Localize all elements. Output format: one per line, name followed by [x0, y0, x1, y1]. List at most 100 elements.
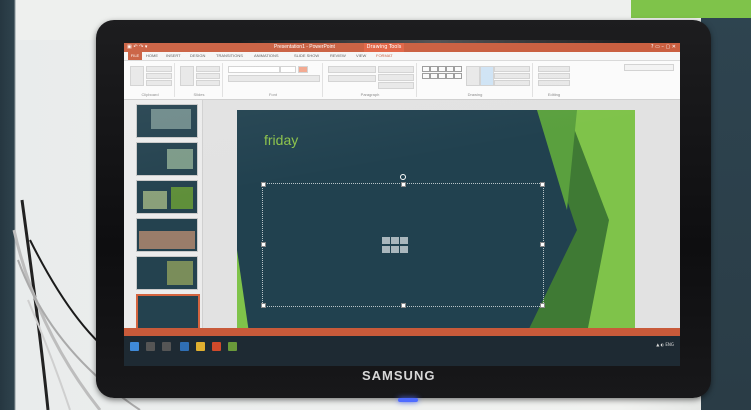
shape-outline-button[interactable]: [494, 73, 530, 79]
rotate-handle[interactable]: [400, 174, 406, 180]
quick-styles-button[interactable]: [480, 66, 494, 86]
ribbon-group-label: Editing: [547, 92, 561, 97]
resize-handle[interactable]: [401, 303, 406, 308]
slide-thumbnail[interactable]: [136, 218, 198, 252]
slide-thumbnail[interactable]: [136, 142, 198, 176]
insert-smartart-icon[interactable]: [400, 237, 408, 244]
resize-handle[interactable]: [540, 182, 545, 187]
window-controls[interactable]: ? ▭ – ▢ ✕: [651, 44, 676, 50]
insert-chart-icon[interactable]: [391, 237, 399, 244]
bullets-row[interactable]: [328, 66, 376, 73]
start-icon[interactable]: [130, 342, 139, 351]
insert-video-icon[interactable]: [400, 246, 408, 253]
replace-button[interactable]: [538, 73, 570, 79]
font-size-select[interactable]: [280, 66, 296, 73]
tab-design[interactable]: DESIGN: [190, 53, 205, 58]
section-button[interactable]: [196, 80, 220, 86]
power-led: [398, 398, 418, 402]
windows-taskbar: ▲ ◐ ENG: [124, 336, 680, 366]
edge-icon[interactable]: [180, 342, 189, 351]
shape-gallery-item[interactable]: [454, 73, 462, 79]
slide-thumbnail-selected[interactable]: [136, 294, 200, 330]
quick-access-toolbar[interactable]: ▣ ↶ ↷ ▾: [127, 44, 187, 51]
thumbnail-photo: [167, 261, 193, 285]
file-explorer-icon[interactable]: [196, 342, 205, 351]
paste-button[interactable]: [130, 66, 144, 86]
grow-font-button[interactable]: [298, 66, 308, 73]
monitor-screen: ▣ ↶ ↷ ▾ Presentation1 - PowerPoint Drawi…: [124, 43, 680, 366]
slide-thumbnail[interactable]: [136, 180, 198, 214]
title-bar: ▣ ↶ ↷ ▾ Presentation1 - PowerPoint Drawi…: [124, 43, 680, 52]
reset-button[interactable]: [196, 73, 220, 79]
resize-handle[interactable]: [540, 242, 545, 247]
cut-button[interactable]: [146, 66, 172, 72]
shape-gallery-item[interactable]: [422, 73, 430, 79]
tab-insert[interactable]: INSERT: [166, 53, 181, 58]
slide-editing-area: friday: [203, 100, 680, 333]
ribbon-group-paragraph: Paragraph: [324, 63, 417, 97]
tab-home[interactable]: HOME: [146, 53, 158, 58]
insert-table-icon[interactable]: [382, 237, 390, 244]
resize-handle[interactable]: [261, 303, 266, 308]
tab-file[interactable]: FILE: [128, 52, 142, 60]
tab-slide-show[interactable]: SLIDE SHOW: [294, 53, 319, 58]
ribbon-group-label: Drawing: [467, 92, 483, 97]
tab-transitions[interactable]: TRANSITIONS: [216, 53, 243, 58]
shape-gallery-item[interactable]: [430, 66, 438, 72]
tab-view[interactable]: VIEW: [356, 53, 366, 58]
convert-smartart-button[interactable]: [378, 82, 414, 89]
tab-animations[interactable]: ANIMATIONS: [254, 53, 279, 58]
system-tray[interactable]: ▲ ◐ ENG: [656, 342, 674, 348]
ribbon-tabs: FILE HOME INSERT DESIGN TRANSITIONS ANIM…: [124, 52, 680, 61]
tab-format[interactable]: FORMAT: [376, 53, 393, 58]
task-view-icon[interactable]: [162, 342, 171, 351]
resize-handle[interactable]: [401, 182, 406, 187]
find-button[interactable]: [538, 66, 570, 72]
text-direction-button[interactable]: [378, 66, 414, 73]
slide-title[interactable]: friday: [264, 132, 298, 148]
app-icon[interactable]: [228, 342, 237, 351]
shape-gallery-item[interactable]: [438, 66, 446, 72]
arrange-button[interactable]: [466, 66, 480, 86]
slide-thumbnail-pane: [124, 100, 203, 330]
ribbon-group-clipboard: Clipboard: [126, 63, 175, 97]
copy-button[interactable]: [146, 73, 172, 79]
ribbon-group-label: Paragraph: [360, 92, 380, 97]
account-area[interactable]: [624, 64, 674, 71]
alignment-row[interactable]: [328, 75, 376, 82]
resize-handle[interactable]: [261, 182, 266, 187]
resize-handle[interactable]: [261, 242, 266, 247]
new-slide-button[interactable]: [180, 66, 194, 86]
shape-gallery-item[interactable]: [446, 73, 454, 79]
font-name-select[interactable]: [228, 66, 280, 73]
insert-picture-icon[interactable]: [382, 246, 390, 253]
ribbon-group-editing: Editing: [534, 63, 574, 97]
resize-handle[interactable]: [540, 303, 545, 308]
font-formatting-row[interactable]: [228, 75, 320, 82]
ribbon-group-label: Font: [268, 92, 277, 97]
align-text-button[interactable]: [378, 74, 414, 81]
format-painter-button[interactable]: [146, 80, 172, 86]
thumbnail-photo: [171, 187, 193, 209]
slide-thumbnail[interactable]: [136, 104, 198, 138]
slide-thumbnail[interactable]: [136, 256, 198, 290]
thumbnail-photo: [143, 191, 167, 209]
ribbon-group-drawing: Drawing: [418, 63, 533, 97]
shape-gallery-item[interactable]: [446, 66, 454, 72]
shape-gallery-item[interactable]: [438, 73, 446, 79]
select-button[interactable]: [538, 80, 570, 86]
layout-button[interactable]: [196, 66, 220, 72]
insert-online-picture-icon[interactable]: [391, 246, 399, 253]
shape-gallery-item[interactable]: [422, 66, 430, 72]
shape-gallery-item[interactable]: [430, 73, 438, 79]
shape-effects-button[interactable]: [494, 80, 530, 86]
powerpoint-icon[interactable]: [212, 342, 221, 351]
search-icon[interactable]: [146, 342, 155, 351]
shape-gallery-item[interactable]: [454, 66, 462, 72]
shape-fill-button[interactable]: [494, 66, 530, 72]
ribbon-group-slides: Slides: [176, 63, 223, 97]
tab-review[interactable]: REVIEW: [330, 53, 346, 58]
current-slide[interactable]: friday: [237, 110, 635, 333]
contextual-tool-title: Drawing Tools: [364, 43, 404, 52]
status-bar: [124, 328, 680, 336]
